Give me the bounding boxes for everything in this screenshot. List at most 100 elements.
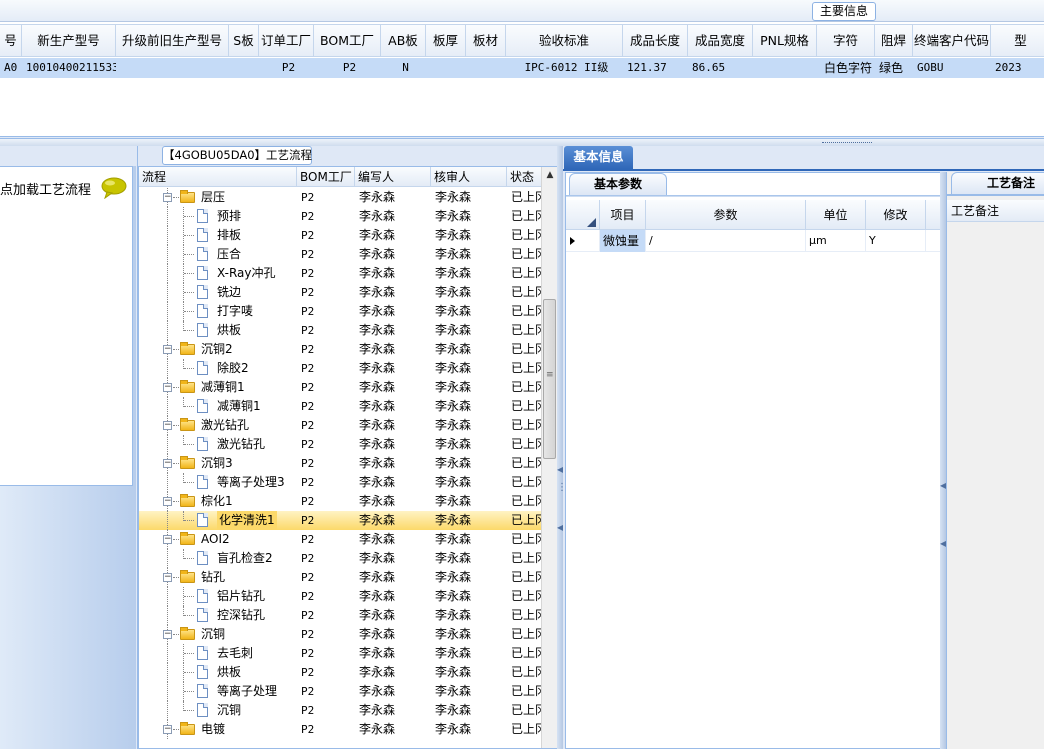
tree-cell-bom[interactable]: P2 [297, 663, 355, 682]
splitter-grip[interactable] [822, 142, 872, 144]
tree-cell-writer[interactable]: 李永森 [355, 625, 431, 644]
tree-cell-writer[interactable]: 李永森 [355, 492, 431, 511]
collapse-toggle-icon[interactable]: − [163, 725, 172, 734]
tree-cell-reviewer[interactable]: 李永森 [431, 321, 507, 340]
tree-cell-reviewer[interactable]: 李永森 [431, 302, 507, 321]
collapse-toggle-icon[interactable]: − [163, 630, 172, 639]
tree-cell-reviewer[interactable]: 李永森 [431, 549, 507, 568]
tree-node[interactable]: 压合 [139, 245, 297, 264]
tree-cell-status[interactable]: 已上冈 [507, 625, 545, 644]
collapse-toggle-icon[interactable]: − [163, 345, 172, 354]
tree-node[interactable]: − 钻孔 [139, 568, 297, 587]
tree-node[interactable]: 去毛刺 [139, 644, 297, 663]
tree-node[interactable]: 化学清洗1 [139, 511, 297, 530]
tree-cell-writer[interactable]: 李永森 [355, 701, 431, 720]
tree-group-row[interactable]: − 沉铜3 P2 李永森 李永森 已上冈 [139, 454, 545, 473]
tree-cell-status[interactable]: 已上冈 [507, 511, 545, 530]
tree-cell-status[interactable]: 已上冈 [507, 606, 545, 625]
scroll-up-arrow-icon[interactable]: ▲ [542, 167, 557, 183]
tree-cell-writer[interactable]: 李永森 [355, 302, 431, 321]
tree-group-row[interactable]: − 减薄铜1 P2 李永森 李永森 已上冈 [139, 378, 545, 397]
tree-cell-writer[interactable]: 李永森 [355, 720, 431, 739]
tree-cell-writer[interactable]: 李永森 [355, 587, 431, 606]
tree-cell-status[interactable]: 已上冈 [507, 663, 545, 682]
tree-step-row[interactable]: 铝片钻孔 P2 李永森 李永森 已上冈 [139, 587, 545, 606]
tree-node[interactable]: − 沉铜3 [139, 454, 297, 473]
tree-cell-bom[interactable]: P2 [297, 302, 355, 321]
tree-step-row[interactable]: 打字唛 P2 李永森 李永森 已上冈 [139, 302, 545, 321]
tree-cell-bom[interactable]: P2 [297, 625, 355, 644]
tree-cell-writer[interactable]: 李永森 [355, 568, 431, 587]
tree-cell-bom[interactable]: P2 [297, 511, 355, 530]
tree-step-row[interactable]: 去毛刺 P2 李永森 李永森 已上冈 [139, 644, 545, 663]
tree-cell-bom[interactable]: P2 [297, 283, 355, 302]
tree-cell-writer[interactable]: 李永森 [355, 473, 431, 492]
params-cell-modify[interactable]: Y [866, 230, 926, 252]
tree-cell-status[interactable]: 已上冈 [507, 587, 545, 606]
tree-cell-bom[interactable]: P2 [297, 492, 355, 511]
tree-cell-bom[interactable]: P2 [297, 606, 355, 625]
product-cell[interactable] [426, 58, 466, 78]
tree-node[interactable]: 烘板 [139, 321, 297, 340]
params-grid[interactable]: 项目 参数 单位 修改 微蚀量 / μm Y [566, 200, 941, 252]
tree-group-row[interactable]: − 钻孔 P2 李永森 李永森 已上冈 [139, 568, 545, 587]
product-cell[interactable]: 10010400211533 [22, 58, 116, 78]
product-col-header[interactable]: 新生产型号 [22, 25, 116, 56]
tree-step-row[interactable]: 沉铜 P2 李永森 李永森 已上冈 [139, 701, 545, 720]
tree-cell-bom[interactable]: P2 [297, 245, 355, 264]
tree-cell-status[interactable]: 已上冈 [507, 416, 545, 435]
tree-cell-bom[interactable]: P2 [297, 188, 355, 207]
tree-cell-status[interactable]: 已上冈 [507, 568, 545, 587]
tree-cell-bom[interactable]: P2 [297, 701, 355, 720]
tree-cell-writer[interactable]: 李永森 [355, 264, 431, 283]
tree-step-row[interactable]: 压合 P2 李永森 李永森 已上冈 [139, 245, 545, 264]
tree-cell-status[interactable]: 已上冈 [507, 720, 545, 739]
tree-cell-writer[interactable]: 李永森 [355, 416, 431, 435]
product-col-header[interactable]: 型 [991, 25, 1044, 56]
product-col-header[interactable]: 成品长度 [623, 25, 688, 56]
tree-cell-bom[interactable]: P2 [297, 473, 355, 492]
tree-cell-reviewer[interactable]: 李永森 [431, 625, 507, 644]
tree-cell-bom[interactable]: P2 [297, 321, 355, 340]
tree-cell-bom[interactable]: P2 [297, 720, 355, 739]
tree-cell-writer[interactable]: 李永森 [355, 359, 431, 378]
product-cell[interactable] [466, 58, 506, 78]
tree-step-row[interactable]: 排板 P2 李永森 李永森 已上冈 [139, 226, 545, 245]
tree-vertical-scrollbar[interactable]: ▲ [541, 167, 557, 748]
params-col-unit[interactable]: 单位 [806, 200, 866, 230]
tree-node[interactable]: X-Ray冲孔 [139, 264, 297, 283]
product-col-header[interactable]: S板 [229, 25, 259, 56]
tree-cell-reviewer[interactable]: 李永森 [431, 530, 507, 549]
notes-column-header[interactable]: 工艺备注 [947, 200, 1044, 222]
tree-step-row[interactable]: 预排 P2 李永森 李永森 已上冈 [139, 207, 545, 226]
tree-cell-bom[interactable]: P2 [297, 644, 355, 663]
tree-node[interactable]: 排板 [139, 226, 297, 245]
collapse-toggle-icon[interactable]: − [163, 497, 172, 506]
tree-cell-status[interactable]: 已上冈 [507, 245, 545, 264]
tree-cell-writer[interactable]: 李永森 [355, 663, 431, 682]
collapse-toggle-icon[interactable]: − [163, 193, 172, 202]
tree-node[interactable]: − 激光钻孔 [139, 416, 297, 435]
tree-node[interactable]: − AOI2 [139, 530, 297, 549]
product-col-header[interactable]: 字符 [817, 25, 875, 56]
tree-node[interactable]: 铝片钻孔 [139, 587, 297, 606]
tree-cell-reviewer[interactable]: 李永森 [431, 207, 507, 226]
product-col-header[interactable]: 验收标准 [506, 25, 623, 56]
tree-cell-reviewer[interactable]: 李永森 [431, 435, 507, 454]
tree-node[interactable]: 除胶2 [139, 359, 297, 378]
tree-cell-reviewer[interactable]: 李永森 [431, 264, 507, 283]
params-cell-param[interactable]: / [646, 230, 806, 252]
tree-cell-reviewer[interactable]: 李永森 [431, 226, 507, 245]
tree-cell-bom[interactable]: P2 [297, 568, 355, 587]
tree-node[interactable]: 烘板 [139, 663, 297, 682]
tree-step-row[interactable]: 盲孔检查2 P2 李永森 李永森 已上冈 [139, 549, 545, 568]
tree-col-header[interactable]: 状态 [507, 167, 545, 186]
tree-cell-reviewer[interactable]: 李永森 [431, 188, 507, 207]
product-cell[interactable]: 绿色 [875, 58, 913, 78]
tree-cell-reviewer[interactable]: 李永森 [431, 663, 507, 682]
product-col-header[interactable]: 订单工厂 [259, 25, 314, 56]
product-col-header[interactable]: 升级前旧生产型号 [116, 25, 229, 56]
tree-cell-reviewer[interactable]: 李永森 [431, 397, 507, 416]
tree-cell-status[interactable]: 已上冈 [507, 435, 545, 454]
tree-step-row[interactable]: 铣边 P2 李永森 李永森 已上冈 [139, 283, 545, 302]
